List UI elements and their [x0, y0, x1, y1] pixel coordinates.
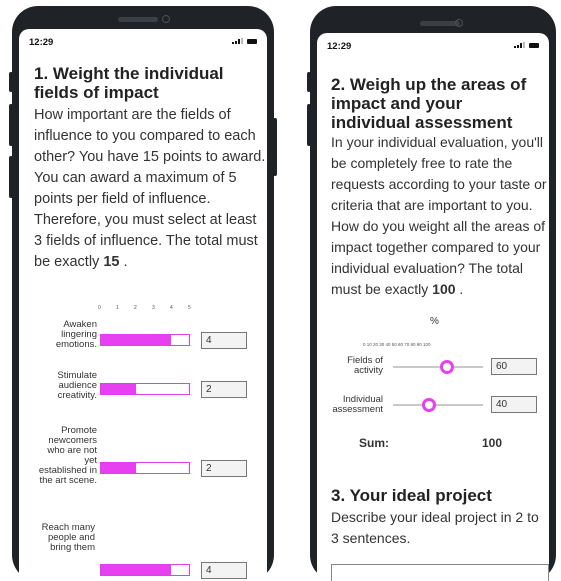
battery-icon — [529, 43, 539, 48]
battery-icon — [247, 39, 257, 44]
points-bar-fill — [101, 384, 137, 394]
section-1-intro: How important are the fields of influenc… — [34, 107, 266, 270]
field-label: Promote newcomers who are not yet establ… — [38, 425, 97, 486]
phone-side-button — [307, 72, 311, 92]
scale-tick: 4 — [170, 305, 173, 311]
field-label: Stimulate audience creativity. — [57, 370, 97, 401]
required-total: 100 — [432, 281, 456, 297]
section-3-text: Describe your ideal project in 2 to 3 se… — [331, 509, 539, 546]
section-2-heading: 2. Weigh up the areas of impact and your… — [331, 75, 527, 132]
signal-icon — [514, 42, 525, 48]
phone-volume-up-button — [307, 104, 311, 146]
status-time: 12:29 — [29, 37, 54, 48]
percent-input[interactable]: 40 — [491, 396, 537, 413]
points-bar[interactable] — [100, 564, 190, 576]
percent-unit-label: % — [430, 316, 439, 327]
points-input[interactable]: 2 — [201, 381, 247, 398]
section-1-heading: 1. Weight the individual fields of impac… — [34, 64, 224, 102]
phone-camera — [455, 19, 463, 27]
scale-tick: 2 — [134, 305, 137, 311]
scale-tick: 1 — [116, 305, 119, 311]
section-3-heading: 3. Your ideal project — [331, 486, 492, 505]
sum-label: Sum: — [359, 436, 389, 450]
required-total: 15 — [103, 254, 120, 270]
phone-volume-up-button — [9, 104, 13, 146]
status-bar: 12:29 — [29, 37, 257, 49]
ideal-project-textarea[interactable] — [331, 564, 549, 581]
field-label: Reach many people and bring them — [41, 522, 95, 553]
slider-track[interactable] — [393, 404, 483, 406]
status-icons — [514, 42, 539, 48]
points-input[interactable]: 2 — [201, 460, 247, 477]
slider-thumb[interactable] — [440, 360, 454, 374]
sum-value: 100 — [482, 436, 503, 450]
scale-tick: 3 — [152, 305, 155, 311]
right-screen: 12:29 2. Weigh up the areas of impact an… — [317, 33, 549, 581]
left-screen: 12:29 1. Weight the individual fields of… — [19, 29, 267, 581]
slider-label: Fields of activity — [347, 355, 383, 376]
right-phone-frame: 12:29 2. Weigh up the areas of impact an… — [307, 6, 556, 581]
status-time: 12:29 — [327, 41, 352, 52]
points-bar-fill — [101, 335, 172, 345]
phone-speaker — [118, 17, 158, 22]
section-2-intro: In your individual evaluation, you'll be… — [331, 134, 547, 297]
points-bar[interactable] — [100, 334, 190, 346]
status-icons — [232, 38, 257, 44]
points-bar-fill — [101, 463, 137, 473]
left-phone-frame: 12:29 1. Weight the individual fields of… — [9, 6, 277, 581]
slider-label: Individual assessment — [332, 394, 383, 415]
scale-tick: 0 — [98, 305, 101, 311]
phone-volume-down-button — [9, 156, 13, 198]
points-bar-fill — [101, 565, 172, 575]
points-input[interactable]: 4 — [201, 332, 247, 349]
signal-icon — [232, 38, 243, 44]
scale-tick: 5 — [188, 305, 191, 311]
phone-side-button — [9, 72, 13, 92]
phone-camera — [162, 15, 170, 23]
points-bar[interactable] — [100, 383, 190, 395]
points-bar[interactable] — [100, 462, 190, 474]
slider-track[interactable] — [393, 366, 483, 368]
status-bar: 12:29 — [327, 41, 539, 53]
slider-scale-ticks: 0 10 20 30 40 50 60 70 80 90 100 — [363, 342, 431, 347]
phone-speaker — [420, 21, 460, 26]
field-label: Awaken lingering emotions. — [55, 319, 97, 350]
slider-thumb[interactable] — [422, 398, 436, 412]
points-input[interactable]: 4 — [201, 562, 247, 579]
percent-input[interactable]: 60 — [491, 358, 537, 375]
phone-power-button — [273, 118, 277, 176]
